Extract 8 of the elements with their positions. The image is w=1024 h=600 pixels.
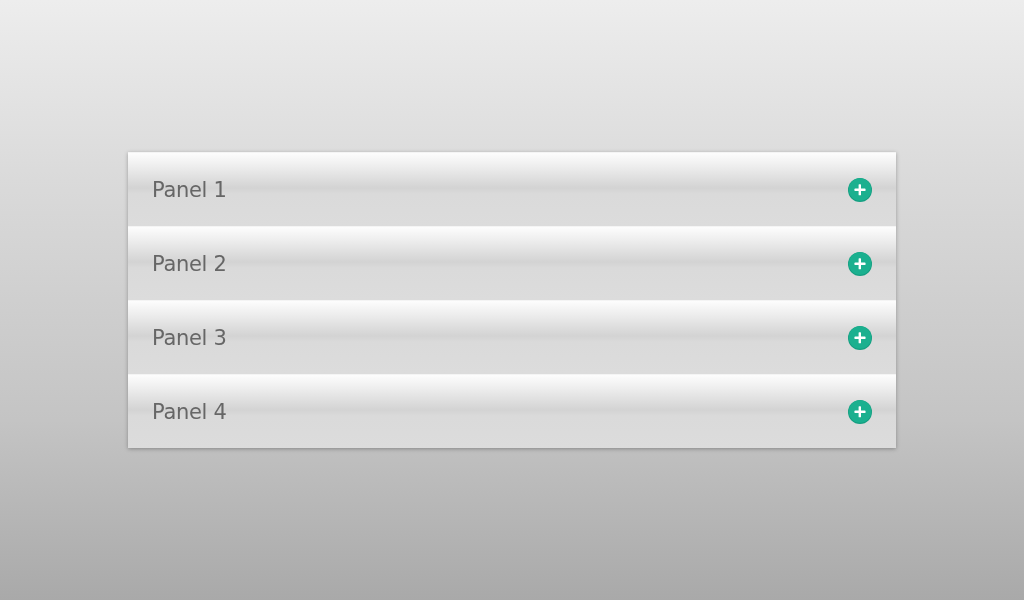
panel-header[interactable]: Panel 1 bbox=[128, 152, 896, 226]
plus-icon bbox=[848, 177, 872, 202]
plus-icon bbox=[848, 325, 872, 350]
panel-header[interactable]: Panel 2 bbox=[128, 226, 896, 300]
panel-header[interactable]: Panel 3 bbox=[128, 300, 896, 374]
panel-header[interactable]: Panel 4 bbox=[128, 374, 896, 448]
plus-icon bbox=[848, 399, 872, 424]
plus-icon bbox=[848, 251, 872, 276]
